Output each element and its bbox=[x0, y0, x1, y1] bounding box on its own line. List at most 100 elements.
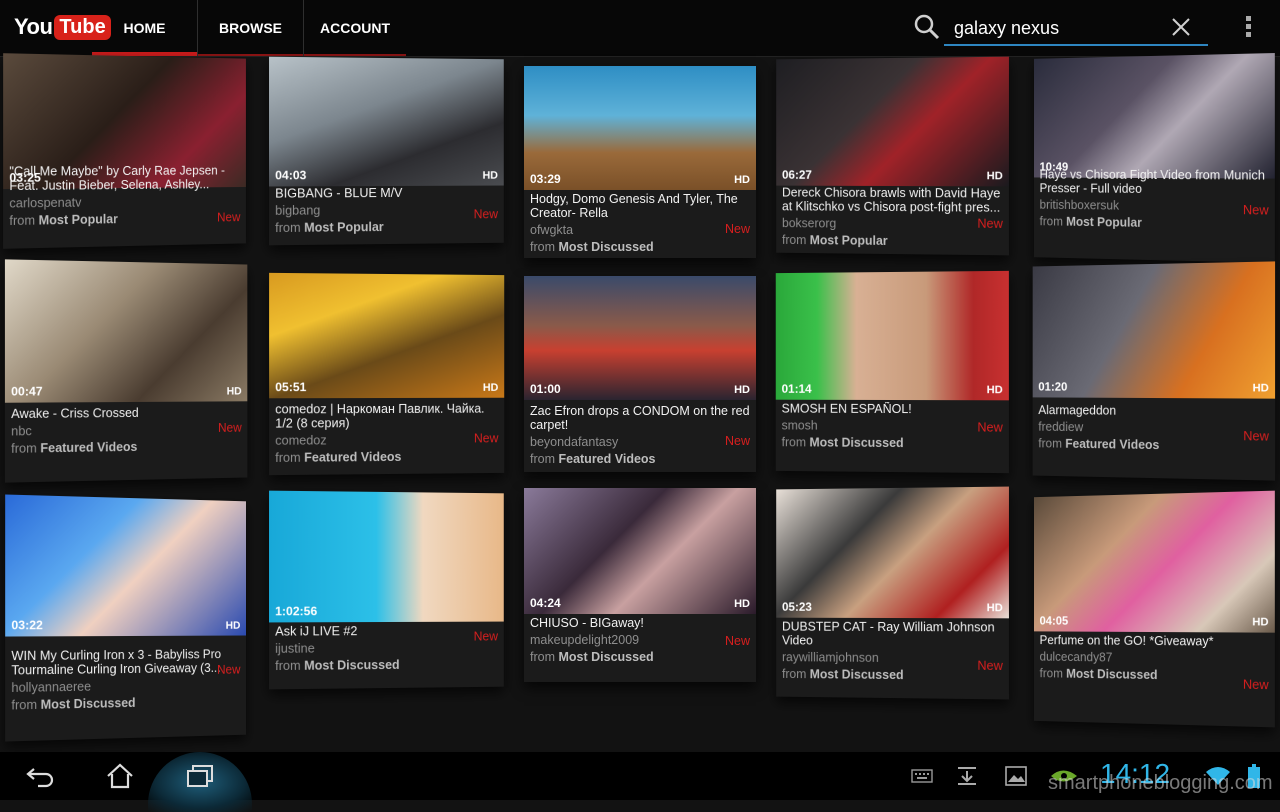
new-badge: New bbox=[1243, 203, 1269, 218]
from-prefix: from bbox=[782, 435, 806, 449]
video-title: Haye vs Chisora Fight Video from Munich … bbox=[1040, 168, 1269, 197]
video-channel: ofwgkta bbox=[530, 223, 750, 237]
video-source: from Most Discussed bbox=[782, 435, 1003, 451]
hd-badge: HD bbox=[1253, 382, 1269, 394]
gallery-notification-icon[interactable] bbox=[1004, 752, 1028, 800]
video-source: from Most Popular bbox=[782, 233, 1003, 249]
download-notification-icon[interactable] bbox=[954, 752, 980, 800]
hd-badge: HD bbox=[734, 174, 750, 186]
video-thumbnail[interactable]: 1:02:56 bbox=[269, 491, 504, 623]
tab-home[interactable]: HOME bbox=[92, 0, 198, 56]
from-prefix: from bbox=[530, 452, 555, 466]
video-channel: carlospenatv bbox=[9, 194, 240, 211]
video-channel: ijustine bbox=[275, 640, 498, 656]
search-input[interactable] bbox=[952, 14, 1166, 42]
video-duration: 04:24 bbox=[530, 596, 561, 610]
video-title: WIN My Curling Iron x 3 - Babyliss Pro T… bbox=[11, 647, 240, 677]
video-thumbnail[interactable]: 00:47 HD bbox=[5, 259, 247, 402]
video-thumbnail[interactable]: 06:27 HD bbox=[776, 57, 1009, 187]
search-field bbox=[944, 10, 1208, 46]
from-prefix: from bbox=[782, 233, 806, 247]
video-thumbnail[interactable]: 10:49 bbox=[1034, 53, 1275, 179]
from-prefix: from bbox=[782, 667, 806, 681]
from-feed: Most Discussed bbox=[810, 667, 904, 682]
clear-icon[interactable] bbox=[1170, 16, 1192, 38]
video-source: from Featured Videos bbox=[1038, 437, 1269, 454]
video-thumbnail[interactable]: 05:23 HD bbox=[776, 487, 1009, 619]
video-thumbnail[interactable]: 04:03 HD bbox=[269, 57, 504, 187]
video-channel: freddiew bbox=[1038, 420, 1269, 437]
video-duration: 1:02:56 bbox=[275, 604, 317, 618]
video-card[interactable]: 01:20 HD Alarmageddon freddiew from Feat… bbox=[1033, 261, 1275, 480]
video-channel: britishboxersuk bbox=[1040, 198, 1269, 215]
video-duration: 05:51 bbox=[275, 380, 306, 394]
overflow-menu-icon[interactable] bbox=[1240, 16, 1256, 40]
tab-bar: HOME BROWSE ACCOUNT bbox=[92, 0, 406, 56]
home-button[interactable] bbox=[100, 752, 140, 800]
video-title: Dereck Chisora brawls with David Haye at… bbox=[782, 186, 1003, 215]
video-source: from Most Discussed bbox=[275, 657, 498, 673]
video-title: Ask iJ LIVE #2 bbox=[275, 624, 498, 639]
from-prefix: from bbox=[275, 659, 300, 673]
video-card[interactable]: 06:27 HD Dereck Chisora brawls with Davi… bbox=[776, 57, 1009, 256]
video-thumbnail[interactable]: 04:24 HD bbox=[524, 488, 756, 614]
new-badge: New bbox=[977, 217, 1002, 231]
from-feed: Most Popular bbox=[810, 233, 888, 248]
video-channel: nbc bbox=[11, 422, 242, 439]
video-channel: bokserorg bbox=[782, 216, 1003, 232]
video-title: "Call Me Maybe" by Carly Rae Jepsen - Fe… bbox=[9, 164, 240, 193]
from-feed: Featured Videos bbox=[1065, 437, 1159, 452]
video-source: from Most Popular bbox=[9, 210, 240, 228]
video-thumbnail[interactable]: 01:20 HD bbox=[1033, 261, 1275, 398]
video-thumbnail[interactable]: 03:22 HD bbox=[5, 494, 246, 636]
tab-browse[interactable]: BROWSE bbox=[198, 0, 304, 56]
video-card[interactable]: 04:05 HD Perfume on the GO! *Giveaway* d… bbox=[1034, 491, 1275, 728]
video-card[interactable]: 01:14 HD SMOSH EN ESPAÑOL! smosh from Mo… bbox=[776, 271, 1009, 473]
watermark-text: smartphoneblogging.com bbox=[1048, 772, 1273, 795]
video-card[interactable]: 10:49 Haye vs Chisora Fight Video from M… bbox=[1034, 53, 1275, 263]
from-feed: Featured Videos bbox=[40, 440, 137, 456]
back-button[interactable] bbox=[20, 752, 60, 800]
from-prefix: from bbox=[9, 213, 35, 228]
video-channel: comedoz bbox=[275, 432, 498, 447]
video-card[interactable]: 04:24 HD CHIUSO - BIGaway! makeupdelight… bbox=[524, 488, 756, 682]
new-badge: New bbox=[474, 629, 498, 643]
video-card[interactable]: 00:47 HD Awake - Criss Crossed nbc from … bbox=[5, 259, 247, 482]
video-channel: smosh bbox=[782, 419, 1003, 434]
video-card[interactable]: 03:29 HD Hodgy, Domo Genesis And Tyler, … bbox=[524, 66, 756, 258]
from-prefix: from bbox=[1040, 214, 1063, 228]
video-duration: 04:03 bbox=[275, 168, 306, 182]
video-thumbnail[interactable]: 05:51 HD bbox=[269, 273, 504, 398]
video-title: Alarmageddon bbox=[1038, 403, 1269, 419]
video-card[interactable]: 03:25 "Call Me Maybe" by Carly Rae Jepse… bbox=[3, 53, 246, 249]
video-card[interactable]: 03:22 HD WIN My Curling Iron x 3 - Babyl… bbox=[5, 494, 246, 741]
video-card[interactable]: 05:23 HD DUBSTEP CAT - Ray William Johns… bbox=[776, 487, 1009, 700]
video-channel: dulcecandy87 bbox=[1040, 650, 1269, 667]
video-duration: 04:05 bbox=[1040, 614, 1069, 628]
tab-account[interactable]: ACCOUNT bbox=[304, 0, 406, 56]
hd-badge: HD bbox=[987, 170, 1003, 182]
video-card[interactable]: 04:03 HD BIGBANG - BLUE M/V bigbang from… bbox=[269, 57, 504, 246]
video-duration: 01:20 bbox=[1038, 380, 1067, 394]
video-card[interactable]: 1:02:56 Ask iJ LIVE #2 ijustine from Mos… bbox=[269, 491, 504, 690]
from-prefix: from bbox=[11, 698, 37, 713]
from-feed: Most Discussed bbox=[304, 658, 399, 673]
home-icon bbox=[105, 762, 135, 790]
search-icon[interactable] bbox=[914, 14, 940, 40]
video-thumbnail[interactable]: 03:29 HD bbox=[524, 66, 756, 190]
new-badge: New bbox=[217, 663, 240, 677]
new-badge: New bbox=[217, 210, 240, 224]
new-badge: New bbox=[218, 421, 242, 435]
video-thumbnail[interactable]: 01:00 HD bbox=[524, 276, 756, 400]
video-source: from Most Discussed bbox=[782, 667, 1003, 683]
recent-apps-button[interactable] bbox=[180, 752, 220, 800]
from-prefix: from bbox=[275, 451, 300, 465]
video-thumbnail[interactable]: 01:14 HD bbox=[776, 271, 1009, 400]
video-title: CHIUSO - BIGaway! bbox=[530, 616, 750, 630]
video-card[interactable]: 01:00 HD Zac Efron drops a CONDOM on the… bbox=[524, 276, 756, 472]
from-prefix: from bbox=[1040, 666, 1063, 680]
video-thumbnail[interactable]: 04:05 HD bbox=[1034, 491, 1275, 633]
from-feed: Most Discussed bbox=[41, 696, 136, 712]
video-card[interactable]: 05:51 HD comedoz | Наркоман Павлик. Чайк… bbox=[269, 273, 504, 475]
video-source: from Most Discussed bbox=[11, 694, 240, 713]
